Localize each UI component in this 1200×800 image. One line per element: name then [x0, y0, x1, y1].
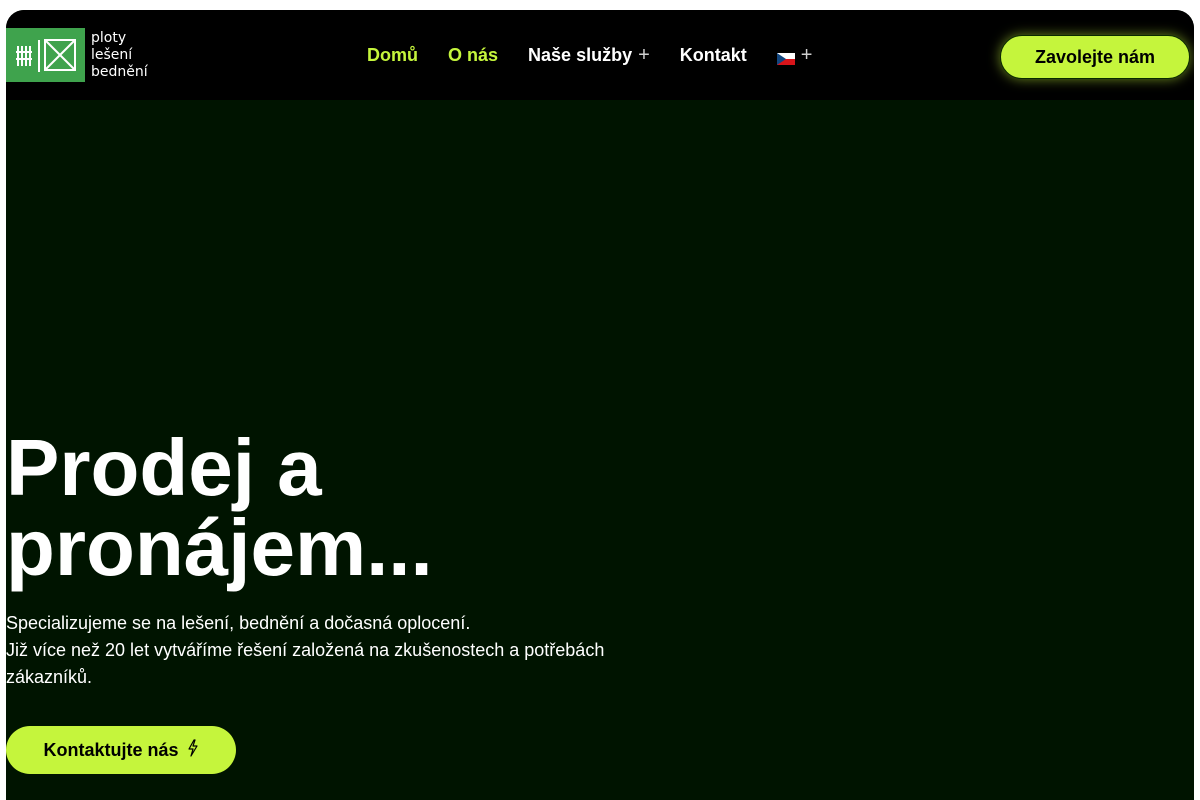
hero-title-line-2: pronájem... — [6, 503, 433, 592]
nav-item-domu[interactable]: Domů — [367, 45, 418, 66]
logo-wordmark: ploty lešení bednění — [91, 30, 148, 81]
contact-us-label: Kontaktujte nás — [43, 739, 179, 760]
language-switcher[interactable]: + — [776, 43, 813, 67]
page-frame: ploty lešení bednění Domů O nás Naše slu… — [6, 10, 1194, 800]
hero-description-line-2: Již více než 20 let vytváříme řešení zal… — [6, 640, 605, 687]
nav-item-label: Kontakt — [679, 44, 747, 65]
logo-line-leseni: lešení — [91, 46, 133, 63]
logo-line-ploty: ploty — [91, 29, 127, 46]
top-navigation: ploty lešení bednění Domů O nás Naše slu… — [6, 10, 1194, 100]
nav-item-label: Naše služby — [528, 44, 633, 65]
hero-title: Prodej a pronájem... — [6, 428, 706, 588]
czech-flag-icon — [776, 49, 795, 65]
lightning-icon — [187, 738, 199, 762]
nav-item-o-nas[interactable]: O nás — [448, 45, 498, 66]
logo-line-bedneni: bednění — [91, 63, 148, 80]
logo-mark-icon — [6, 28, 85, 82]
nav-item-label: Domů — [367, 44, 418, 65]
plus-icon: + — [800, 43, 813, 66]
main-menu: Domů O nás Naše služby + Kontakt + — [367, 10, 842, 100]
call-us-button[interactable]: Zavolejte nám — [1000, 35, 1190, 79]
call-us-label: Zavolejte nám — [1034, 46, 1156, 67]
contact-us-button[interactable]: Kontaktujte nás — [6, 726, 236, 774]
hero-title-line-1: Prodej a — [6, 423, 322, 512]
brand-logo[interactable]: ploty lešení bednění — [6, 28, 148, 82]
plus-icon: + — [638, 43, 650, 66]
hero-description: Specializujeme se na lešení, bednění a d… — [6, 610, 646, 691]
nav-item-nase-sluzby[interactable]: Naše služby + — [528, 44, 650, 67]
nav-item-label: O nás — [448, 44, 499, 65]
nav-item-kontakt[interactable]: Kontakt — [680, 45, 747, 66]
hero-description-line-1: Specializujeme se na lešení, bednění a d… — [6, 613, 471, 633]
